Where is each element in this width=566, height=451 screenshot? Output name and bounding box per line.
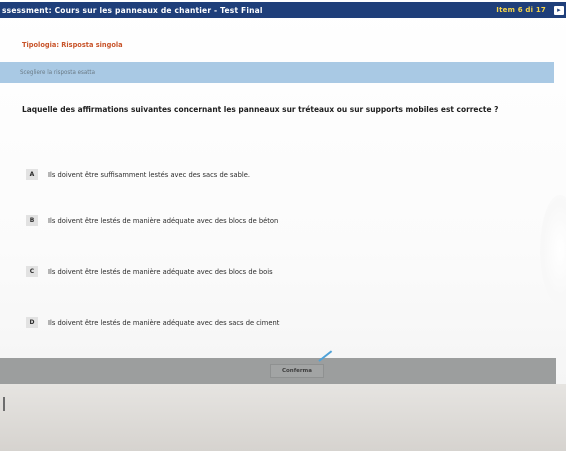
arrow-right-icon[interactable]: ▸	[554, 6, 564, 15]
header-bar: ssessment: Cours sur les panneaux de cha…	[0, 2, 566, 18]
option-letter[interactable]: C	[26, 266, 38, 277]
answer-option-a[interactable]: A Ils doivent être suffisamment lestés a…	[26, 169, 546, 181]
instruction-text: Scegliere la risposta esatta	[20, 69, 95, 76]
pen-stroke-icon	[318, 350, 333, 362]
question-text: Laquelle des affirmations suivantes conc…	[22, 104, 499, 114]
question-type-label: Tipologia: Risposta singola	[22, 40, 123, 49]
item-counter: Item 6 di 17	[496, 6, 546, 14]
option-letter[interactable]: D	[26, 317, 38, 328]
page-title: ssessment: Cours sur les panneaux de cha…	[2, 6, 263, 15]
option-text[interactable]: Ils doivent être suffisamment lestés ave…	[48, 169, 250, 180]
answer-option-d[interactable]: D Ils doivent être lestés de manière adé…	[26, 317, 546, 329]
option-letter[interactable]: B	[26, 215, 38, 226]
option-text[interactable]: Ils doivent être lestés de manière adéqu…	[48, 317, 279, 328]
option-text[interactable]: Ils doivent être lestés de manière adéqu…	[48, 215, 278, 226]
footer-bar: Conferma	[0, 350, 556, 384]
option-text[interactable]: Ils doivent être lestés de manière adéqu…	[48, 266, 273, 277]
screen: ssessment: Cours sur les panneaux de cha…	[0, 0, 566, 451]
answer-option-b[interactable]: B Ils doivent être lestés de manière adé…	[26, 215, 546, 227]
screen-bezel-area	[0, 384, 566, 451]
confirm-button[interactable]: Conferma	[270, 364, 324, 378]
option-letter[interactable]: A	[26, 169, 38, 180]
answer-option-c[interactable]: C Ils doivent être lestés de manière adé…	[26, 266, 546, 278]
screen-glare	[540, 195, 566, 305]
cursor-mark	[3, 397, 5, 411]
instruction-bar: Scegliere la risposta esatta	[0, 62, 554, 83]
